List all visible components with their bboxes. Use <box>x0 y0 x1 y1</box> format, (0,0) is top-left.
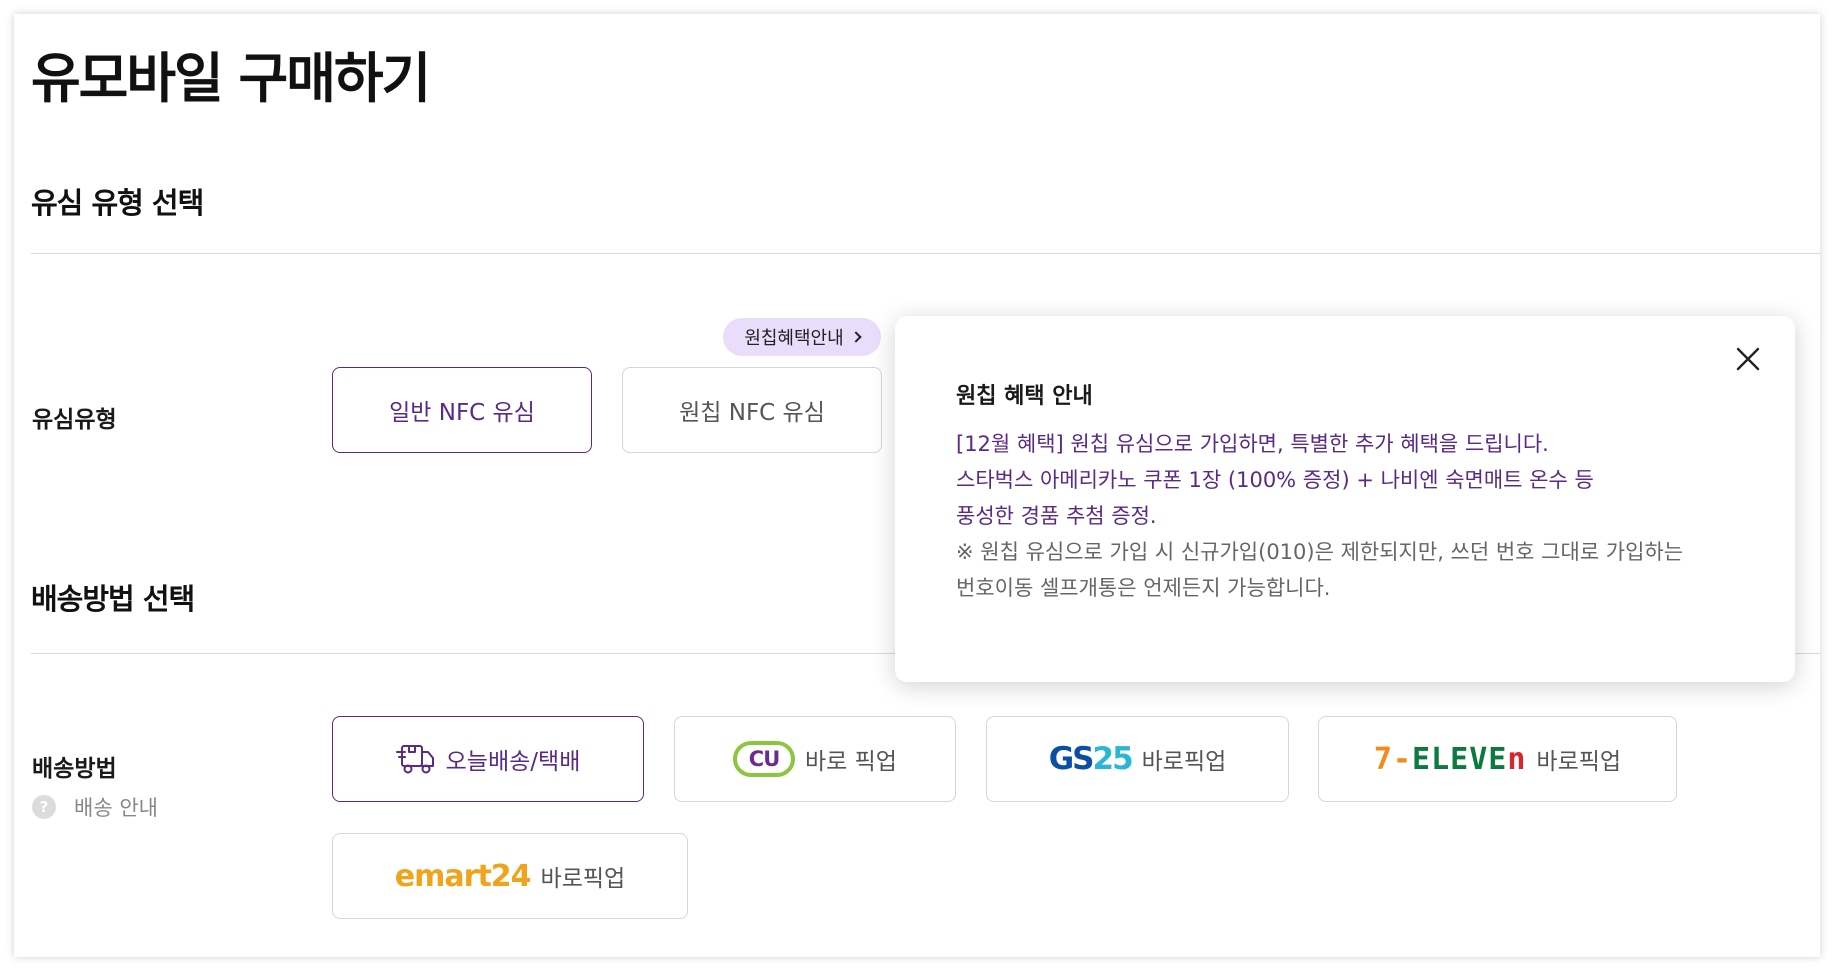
benefit-pill-label: 원칩혜택안내 <box>744 328 844 349</box>
sim-option-label: 원칩 NFC 유심 <box>679 400 825 426</box>
chevron-right-icon <box>850 331 862 343</box>
popover-line: [12월 혜택] 원칩 유심으로 가입하면, 특별한 추가 혜택을 드립니다. <box>956 432 1549 456</box>
popover-note-line: 번호이동 셀프개통은 언제든지 가능합니다. <box>956 576 1331 600</box>
delivery-help-label: 배송 안내 <box>74 796 158 820</box>
delivery-option-label: 바로픽업 <box>540 866 626 892</box>
cu-logo: CU <box>733 741 796 777</box>
delivery-option-cu[interactable]: CU 바로 픽업 <box>674 716 956 802</box>
delivery-section-title: 배송방법 선택 <box>31 582 195 616</box>
one-chip-benefit-link[interactable]: 원칩혜택안내 <box>723 318 881 356</box>
close-icon[interactable] <box>1733 344 1763 374</box>
delivery-help-link[interactable]: ? 배송 안내 <box>32 792 158 822</box>
delivery-option-emart24[interactable]: emart24 바로픽업 <box>332 833 688 919</box>
delivery-option-label: 바로픽업 <box>1141 749 1227 775</box>
delivery-option-label: 바로픽업 <box>1536 749 1622 775</box>
delivery-option-today[interactable]: 오늘배송/택배 <box>332 716 644 802</box>
popover-line: 스타벅스 아메리카노 쿠폰 1장 (100% 증정) + 나비엔 숙면매트 온수… <box>956 468 1594 492</box>
question-icon: ? <box>32 795 56 819</box>
emart24-logo: emart24 <box>394 858 532 894</box>
sim-option-label: 일반 NFC 유심 <box>389 400 535 426</box>
purchase-page: 유모바일 구매하기 유심 유형 선택 원칩혜택안내 유심유형 일반 NFC 유심… <box>14 14 1820 957</box>
delivery-truck-icon <box>395 745 434 774</box>
gs25-logo: GS25 <box>1048 741 1134 777</box>
sim-section-divider <box>31 253 1820 254</box>
popover-line: 풍성한 경품 추첨 증정. <box>956 504 1157 528</box>
delivery-option-label: 오늘배송/택배 <box>445 749 581 775</box>
delivery-option-7eleven[interactable]: 7-ELEVEn 바로픽업 <box>1318 716 1677 802</box>
sim-option-general-nfc[interactable]: 일반 NFC 유심 <box>332 367 592 453</box>
delivery-option-gs25[interactable]: GS25 바로픽업 <box>986 716 1289 802</box>
one-chip-benefit-popover: 원칩 혜택 안내 [12월 혜택] 원칩 유심으로 가입하면, 특별한 추가 혜… <box>895 316 1795 682</box>
sim-type-label: 유심유형 <box>32 407 117 433</box>
sim-section-title: 유심 유형 선택 <box>31 186 204 220</box>
delivery-option-label: 바로 픽업 <box>805 749 897 775</box>
popover-note-line: ※ 원칩 유심으로 가입 시 신규가입(010)은 제한되지만, 쓰던 번호 그… <box>956 540 1684 564</box>
7eleven-logo: 7-ELEVEn <box>1373 741 1527 777</box>
page-title: 유모바일 구매하기 <box>31 47 431 110</box>
delivery-method-label: 배송방법 <box>32 756 117 782</box>
sim-option-one-chip-nfc[interactable]: 원칩 NFC 유심 <box>622 367 882 453</box>
popover-title: 원칩 혜택 안내 <box>956 384 1093 409</box>
